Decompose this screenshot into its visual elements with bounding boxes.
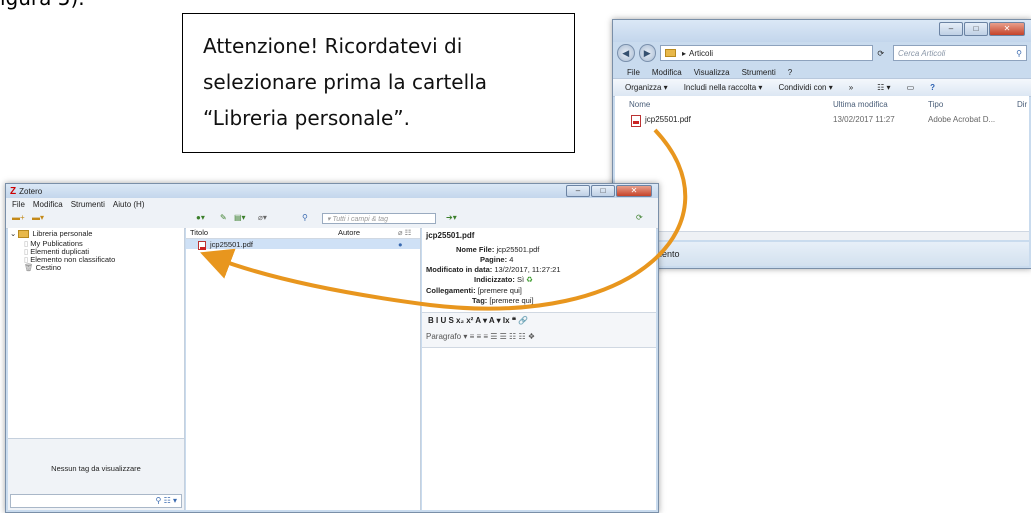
arrow-path: [200, 128, 688, 311]
drag-arrow: [200, 128, 688, 311]
